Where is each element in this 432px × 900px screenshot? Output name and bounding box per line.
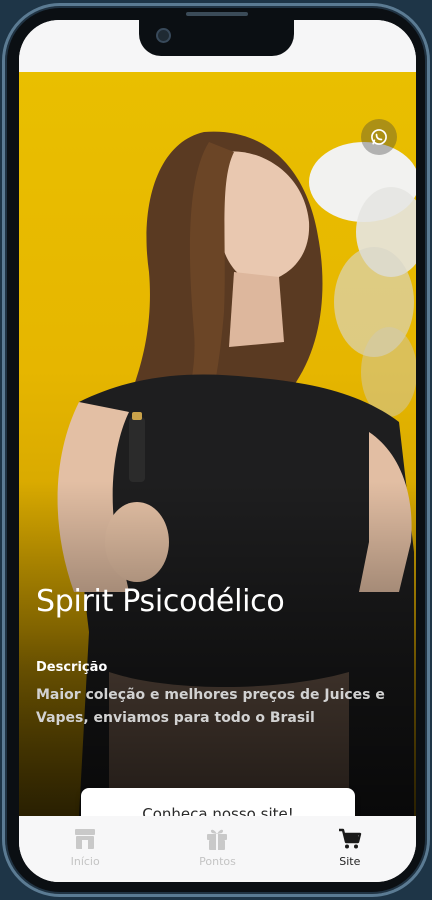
tab-site[interactable]: Site (284, 816, 416, 882)
store-icon (71, 826, 99, 852)
front-camera (156, 28, 171, 43)
bottom-tab-bar: Início Pontos Site (19, 816, 416, 882)
speaker-grille (186, 12, 248, 16)
hero-banner: Spirit Psicodélico Descrição Maior coleç… (19, 72, 416, 816)
description-label: Descrição (36, 660, 108, 675)
cart-icon (336, 826, 364, 852)
tab-label-inicio: Início (70, 855, 100, 868)
description-text: Maior coleção e melhores preços de Juice… (36, 687, 385, 726)
whatsapp-button[interactable] (361, 119, 397, 155)
tab-inicio[interactable]: Início (19, 816, 151, 882)
whatsapp-icon (371, 129, 387, 145)
gift-icon (203, 826, 231, 852)
watermark-logo: ⊃ co (19, 807, 69, 816)
visit-site-button[interactable]: Conheça nosso site! (81, 788, 355, 816)
store-title: Spirit Psicodélico (36, 584, 285, 619)
tab-pontos[interactable]: Pontos (151, 816, 283, 882)
tab-label-pontos: Pontos (199, 855, 236, 868)
app-screen: Spirit Psicodélico Descrição Maior coleç… (19, 20, 416, 882)
tab-label-site: Site (339, 855, 361, 868)
